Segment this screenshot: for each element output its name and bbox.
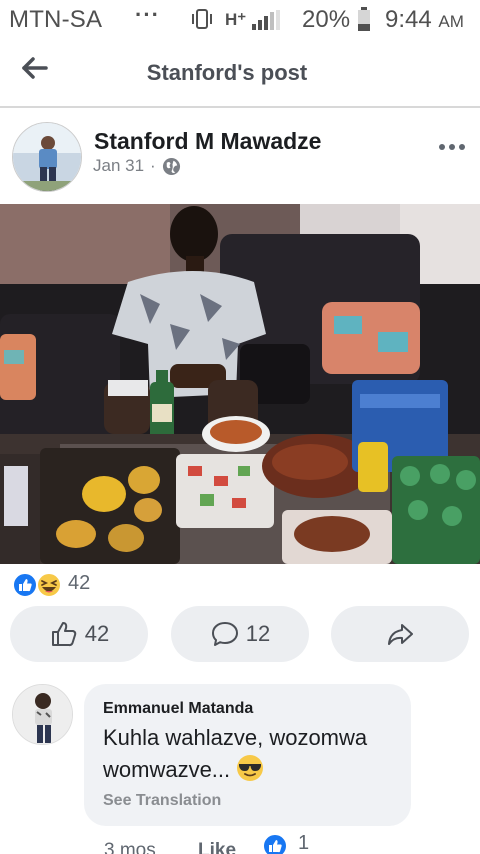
page-title: Stanford's post [146, 60, 308, 85]
author-name[interactable]: Stanford M Mawadze [94, 128, 321, 155]
commenter-avatar[interactable] [12, 684, 73, 745]
post-meta: Jan 31 · [93, 156, 181, 176]
clock: 9:44 AM [385, 6, 464, 34]
comment-time: 3 mos [104, 840, 156, 854]
sunglasses-emoji-icon [237, 755, 264, 781]
post-photo[interactable] [0, 204, 480, 564]
carrier-name: MTN-SA [9, 6, 103, 33]
share-button[interactable] [331, 606, 469, 662]
like-button[interactable]: 42 [10, 606, 148, 662]
reaction-summary[interactable]: 42 [0, 566, 480, 602]
comment-text-block: Kuhla wahlazve, wozomwa womwazve... [103, 722, 403, 786]
comment-icon [211, 622, 238, 646]
like-reaction-icon [12, 572, 38, 598]
signal-icon [252, 10, 280, 30]
app-header: Stanford's post [0, 40, 480, 108]
comment-count: 12 [245, 621, 271, 646]
thumbs-up-icon [51, 622, 76, 647]
vibrate-icon [192, 9, 212, 29]
battery-icon [358, 7, 370, 31]
notification-dots: ··· [135, 2, 160, 27]
comment-button[interactable]: 12 [171, 606, 309, 662]
post-header: Stanford M Mawadze Jan 31 · [0, 110, 480, 204]
more-icon[interactable] [438, 140, 466, 154]
comment-footer: 3 mos Like 1 [104, 830, 480, 854]
meta-separator: · [150, 156, 156, 175]
comment-text: Kuhla wahlazve, wozomwa womwazve... [103, 725, 368, 782]
post-date[interactable]: Jan 31 [93, 156, 144, 176]
reaction-count[interactable]: 42 [68, 572, 90, 595]
clock-time: 9:44 [385, 6, 432, 33]
comment-bubble[interactable]: Emmanuel Matanda Kuhla wahlazve, wozomwa… [84, 684, 411, 826]
battery-percent: 20% [302, 6, 351, 33]
comment-like-count: 1 [298, 832, 310, 854]
like-count: 42 [84, 621, 110, 646]
see-translation-link[interactable]: See Translation [103, 792, 221, 810]
status-bar: MTN-SA ··· H⁺ 20% 9:44 AM [0, 0, 480, 40]
haha-reaction-icon [36, 572, 62, 598]
share-icon [388, 624, 413, 645]
comment-like-button[interactable]: Like [198, 840, 236, 854]
clock-ampm: AM [438, 12, 464, 31]
author-avatar[interactable] [12, 122, 82, 192]
like-reaction-icon [262, 833, 288, 854]
network-type: H⁺ [225, 10, 247, 29]
commenter-name[interactable]: Emmanuel Matanda [103, 700, 253, 718]
globe-icon [162, 157, 180, 175]
